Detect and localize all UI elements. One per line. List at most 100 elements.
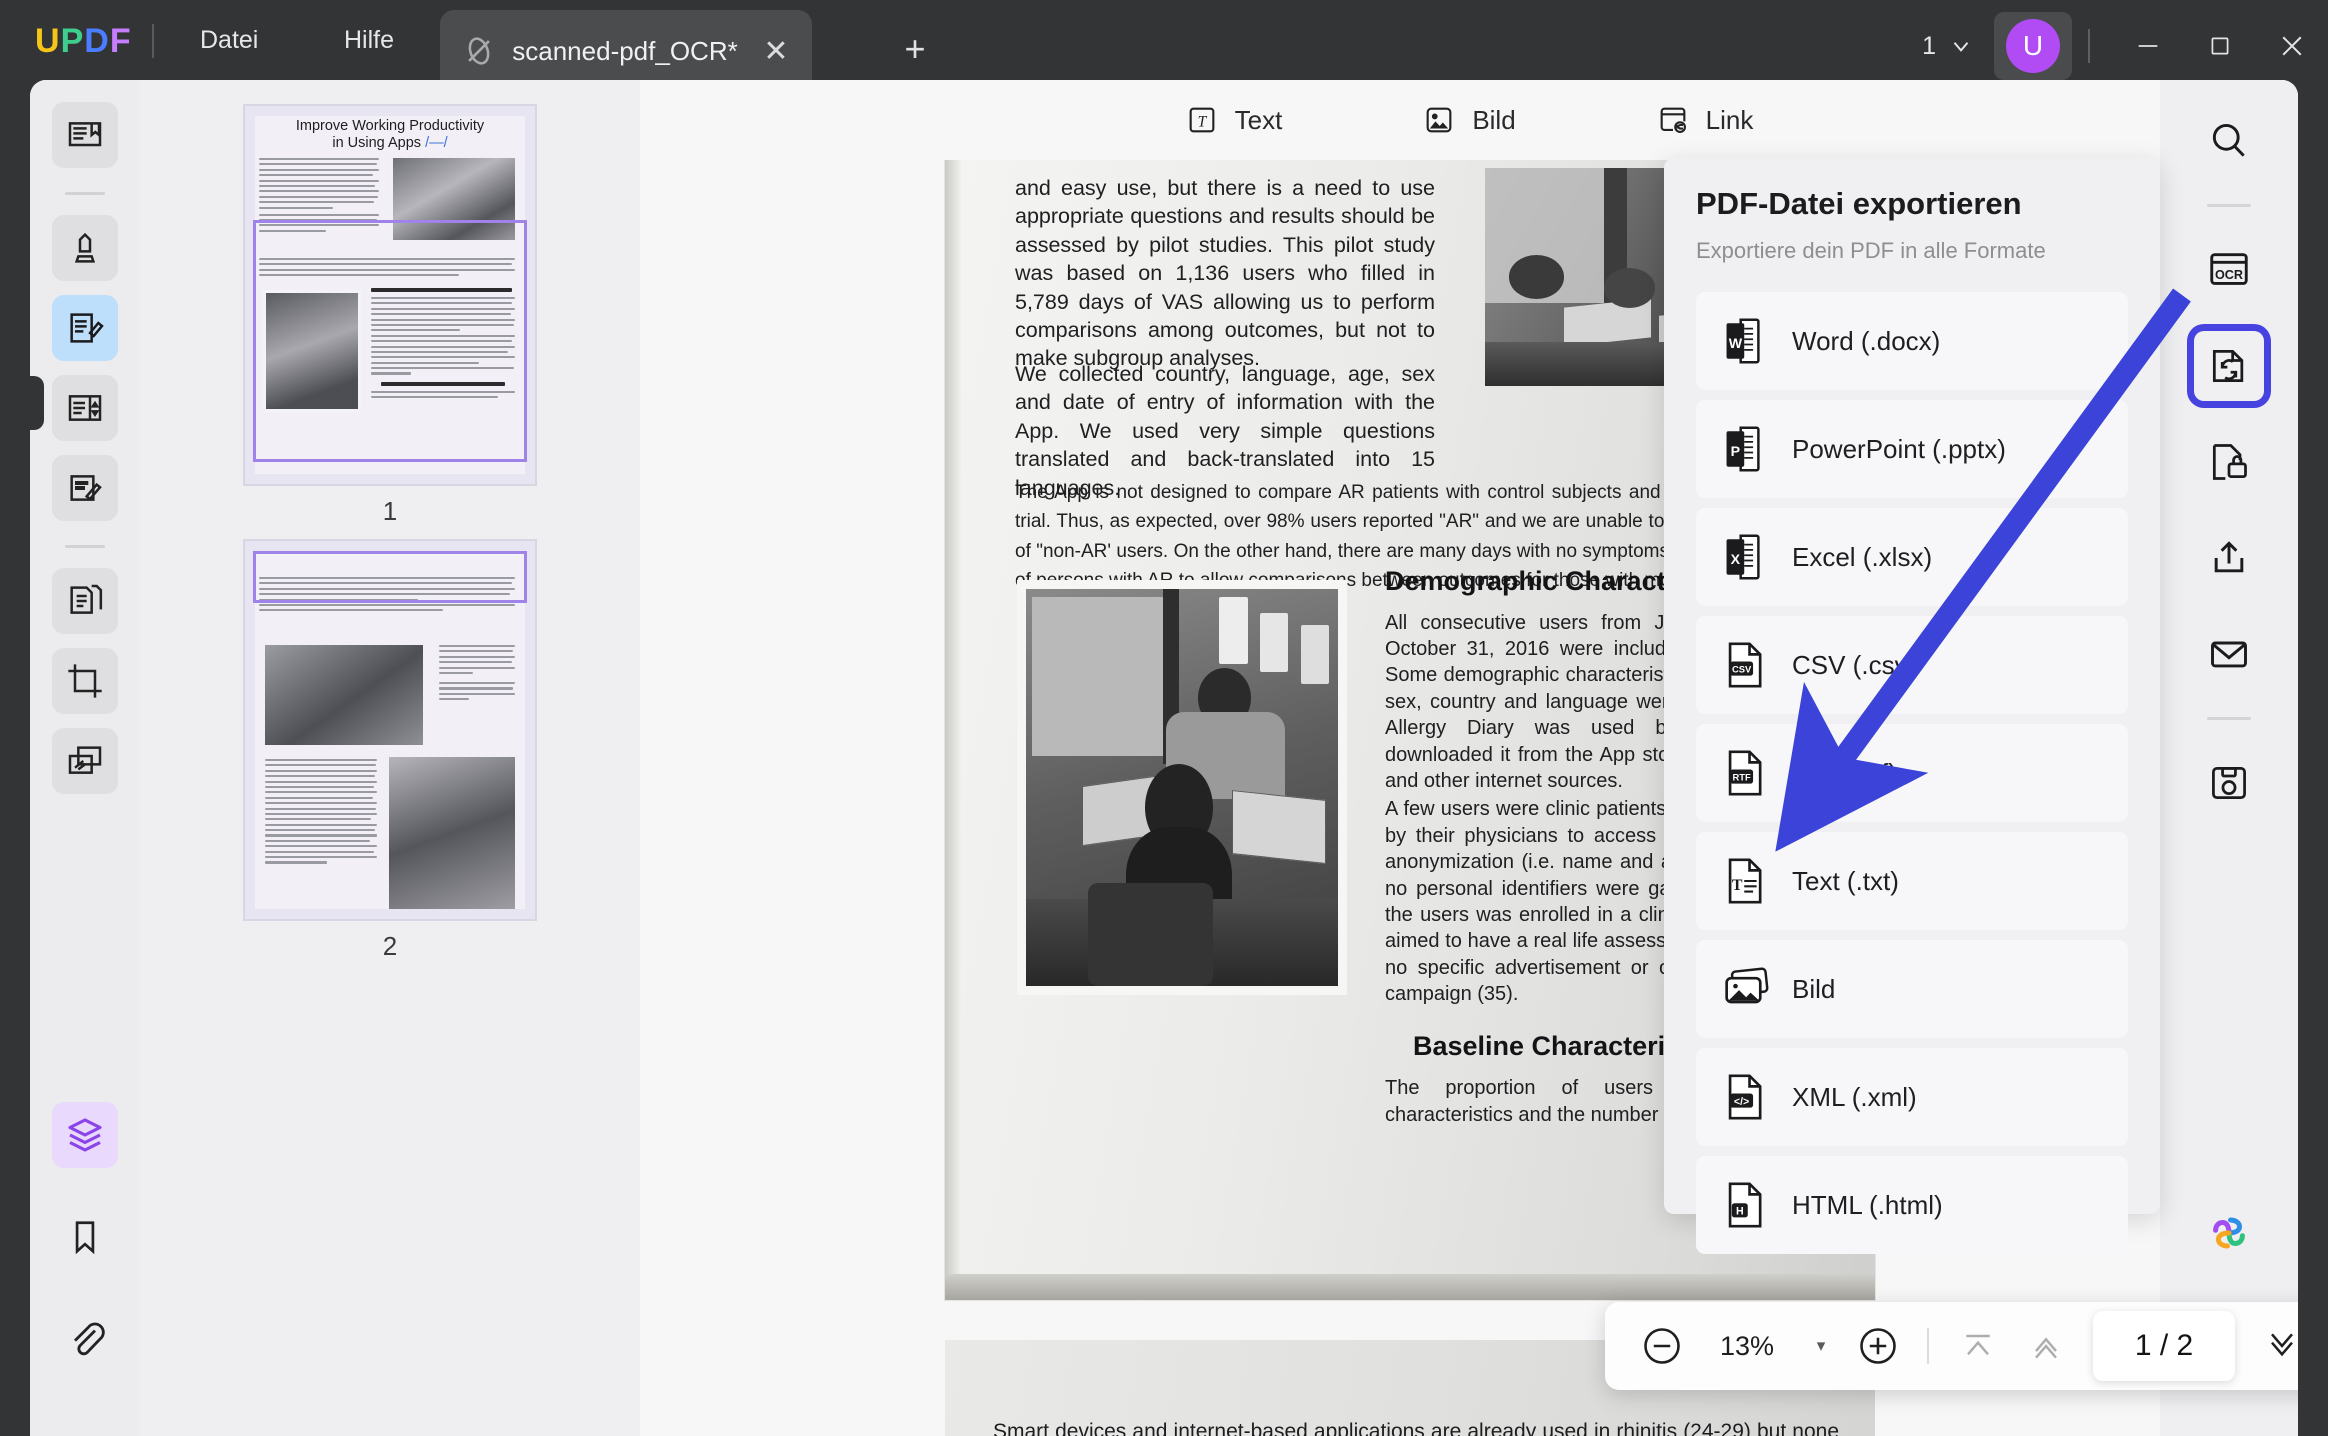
- app-body: Improve Working Productivity in Using Ap…: [30, 80, 2298, 1436]
- sidebar-item-share[interactable]: [2194, 523, 2264, 593]
- panel-collapse-handle[interactable]: [30, 376, 44, 430]
- rail-divider-2: [65, 545, 105, 548]
- sidebar-item-form-field[interactable]: [52, 375, 118, 441]
- sidebar-item-attachment[interactable]: [52, 1306, 118, 1372]
- export-pdf-panel: PDF-Datei exportieren Exportiere dein PD…: [1664, 158, 2160, 1254]
- tool-image[interactable]: Bild: [1408, 95, 1529, 145]
- thumbnail-item-2[interactable]: 2: [243, 539, 537, 962]
- export-option-label: CSV (.csv): [1792, 649, 1917, 680]
- export-option-xml[interactable]: </> XML (.xml): [1696, 1048, 2128, 1146]
- html-file-icon: H: [1724, 1182, 1768, 1228]
- window-page-selector[interactable]: 1: [1910, 24, 1986, 69]
- right-rail-divider-2: [2207, 717, 2251, 720]
- sidebar-item-reader-mode[interactable]: [52, 102, 118, 168]
- sidebar-item-save-as[interactable]: [2194, 748, 2264, 818]
- zoom-toolbar: 13% ▾ 1 / 2: [1605, 1302, 2298, 1390]
- export-option-label: Word (.docx): [1792, 325, 1941, 356]
- tab-title: scanned-pdf_OCR*: [512, 35, 738, 66]
- page2-text: Smart devices and internet-based applica…: [993, 1420, 1839, 1436]
- powerpoint-file-icon: P: [1724, 426, 1768, 472]
- export-option-label: PowerPoint (.pptx): [1792, 433, 2006, 464]
- sidebar-item-protect[interactable]: [2194, 427, 2264, 497]
- csv-file-icon: CSV: [1724, 642, 1768, 688]
- export-option-image[interactable]: Bild: [1696, 940, 2128, 1038]
- window-controls-divider: [2088, 29, 2090, 63]
- image-file-icon: [1724, 966, 1769, 1012]
- ocr-icon: OCR: [2210, 253, 2248, 285]
- xml-file-icon: </>: [1724, 1074, 1768, 1120]
- svg-text:CSV: CSV: [1732, 665, 1752, 675]
- title-bar: UPDF Datei Hilfe scanned-pdf_OCR* ✕ + 1 …: [0, 0, 2328, 92]
- text-box-icon: T: [1189, 107, 1215, 133]
- svg-text:P: P: [1731, 443, 1740, 459]
- maximize-button[interactable]: [2184, 0, 2256, 92]
- sidebar-item-layers[interactable]: [52, 1102, 118, 1168]
- viewer-toolbar: T Text Bild Link: [640, 80, 2298, 160]
- image-icon: [1426, 107, 1452, 133]
- menu-hilfe[interactable]: Hilfe: [330, 18, 408, 63]
- protect-icon: [2212, 444, 2247, 480]
- previous-page-button[interactable]: [2015, 1315, 2077, 1377]
- sidebar-item-ocr[interactable]: OCR: [2194, 235, 2264, 305]
- menu-datei[interactable]: Datei: [186, 18, 272, 63]
- export-option-word[interactable]: W Word (.docx): [1696, 292, 2128, 390]
- export-option-label: XML (.xml): [1792, 1081, 1917, 1112]
- sidebar-item-ai-assistant[interactable]: [2194, 1198, 2264, 1268]
- minimize-button[interactable]: [2112, 0, 2184, 92]
- thumbnail-page-1[interactable]: Improve Working Productivity in Using Ap…: [243, 104, 537, 486]
- sidebar-item-edit-text[interactable]: [52, 295, 118, 361]
- sidebar-item-bookmark[interactable]: [52, 1204, 118, 1270]
- export-option-text[interactable]: T Text (.txt): [1696, 832, 2128, 930]
- sidebar-item-convert-export[interactable]: [2194, 331, 2264, 401]
- zoom-dropdown-caret[interactable]: ▾: [1801, 1336, 1841, 1356]
- pdf-tab-icon: [462, 34, 496, 68]
- zoom-in-button[interactable]: [1847, 1315, 1909, 1377]
- zoom-level-value[interactable]: 13%: [1699, 1331, 1795, 1362]
- sidebar-item-compare[interactable]: [52, 728, 118, 794]
- page-spine: [945, 160, 961, 1300]
- tool-link[interactable]: Link: [1642, 95, 1768, 145]
- export-option-csv[interactable]: CSV CSV (.csv): [1696, 616, 2128, 714]
- sidebar-item-organize-pages[interactable]: [52, 568, 118, 634]
- sidebar-item-sign[interactable]: [52, 455, 118, 521]
- page1-photo-bottom: [1017, 580, 1347, 995]
- tab-close-button[interactable]: ✕: [754, 29, 798, 73]
- excel-file-icon: X: [1724, 534, 1768, 580]
- export-option-label: HTML (.html): [1792, 1189, 1943, 1220]
- sidebar-item-crop[interactable]: [52, 648, 118, 714]
- new-tab-button[interactable]: +: [892, 26, 938, 72]
- thumbnail-page-2[interactable]: [243, 539, 537, 921]
- close-button[interactable]: [2256, 0, 2328, 92]
- page-indicator[interactable]: 1 / 2: [2093, 1311, 2235, 1381]
- svg-text:H: H: [1736, 1206, 1744, 1218]
- sidebar-item-search[interactable]: [2194, 106, 2264, 176]
- chevron-down-icon: [1953, 42, 1969, 52]
- thumbnail-item-1[interactable]: Improve Working Productivity in Using Ap…: [243, 104, 537, 527]
- page1-column-a: and easy use, but there is a need to use…: [1015, 176, 1435, 371]
- first-page-button[interactable]: [1947, 1315, 2009, 1377]
- export-option-label: RTF (.rtf): [1792, 757, 1897, 788]
- rtf-file-icon: RTF: [1724, 750, 1768, 796]
- svg-text:OCR: OCR: [2215, 268, 2243, 282]
- zoom-toolbar-divider-1: [1927, 1328, 1929, 1364]
- export-option-rtf[interactable]: RTF RTF (.rtf): [1696, 724, 2128, 822]
- window-controls-group: 1 U: [1910, 0, 2328, 92]
- email-icon: [2211, 641, 2247, 668]
- export-option-excel[interactable]: X Excel (.xlsx): [1696, 508, 2128, 606]
- sidebar-item-email[interactable]: [2194, 619, 2264, 689]
- account-button[interactable]: U: [1994, 12, 2072, 80]
- tool-text[interactable]: T Text: [1171, 95, 1297, 145]
- left-rail-bottom-group: [30, 1102, 140, 1408]
- sidebar-item-highlight[interactable]: [52, 215, 118, 281]
- convert-export-icon: [2212, 349, 2244, 383]
- tool-link-label: Link: [1705, 104, 1754, 135]
- svg-text:</>: </>: [1734, 1096, 1749, 1108]
- next-page-button[interactable]: [2251, 1315, 2298, 1377]
- export-panel-title: PDF-Datei exportieren: [1696, 186, 2022, 221]
- window-page-count: 1: [1922, 31, 1936, 60]
- right-tool-rail: OCR: [2160, 80, 2298, 1436]
- export-option-powerpoint[interactable]: P PowerPoint (.pptx): [1696, 400, 2128, 498]
- export-option-html[interactable]: H HTML (.html): [1696, 1156, 2128, 1254]
- page-thumbnails-panel[interactable]: Improve Working Productivity in Using Ap…: [140, 80, 640, 1436]
- zoom-out-button[interactable]: [1631, 1315, 1693, 1377]
